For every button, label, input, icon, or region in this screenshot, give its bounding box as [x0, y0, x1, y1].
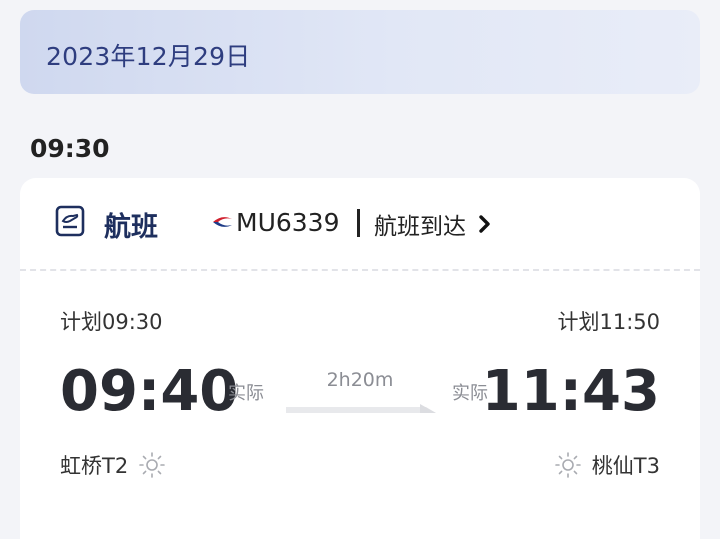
arrival-airport-name: 桃仙T3 [591, 454, 660, 478]
flight-arrow-icon [286, 404, 436, 413]
flight-itinerary-page: 2023年12月29日 09:30 航班 MU6339 航班到达 计划09:30… [0, 0, 720, 539]
departure-planned-time: 计划09:30 [60, 310, 163, 334]
flight-status-label: 航班到达 [374, 214, 466, 240]
dashed-divider [20, 269, 700, 271]
flight-status-link[interactable]: 航班到达 [374, 208, 492, 240]
sun-icon [554, 452, 581, 478]
date-banner: 2023年12月29日 [20, 10, 700, 94]
sun-icon [139, 452, 166, 478]
departure-airport-name: 虹桥T2 [60, 454, 129, 478]
chevron-right-icon [479, 215, 490, 233]
flight-duration: 2h20m [326, 369, 394, 391]
section-time: 09:30 [30, 134, 110, 163]
departure-actual-time: 09:40 [60, 359, 239, 424]
departure-actual-label: 实际 [228, 383, 264, 404]
card-title: 航班 [104, 212, 158, 243]
arrival-planned-time: 计划11:50 [557, 310, 660, 334]
header-divider [357, 209, 360, 237]
flight-card[interactable]: 航班 MU6339 航班到达 计划09:30 计划11:50 09:40 实际 … [20, 178, 700, 539]
departure-airport: 虹桥T2 [60, 450, 166, 480]
arrival-actual-time: 11:43 [481, 359, 660, 424]
arrival-airport: 桃仙T3 [554, 450, 660, 480]
ticket-icon [55, 205, 85, 237]
flight-number: MU6339 [236, 208, 340, 237]
flight-card-header: 航班 MU6339 航班到达 [20, 178, 700, 270]
date-label: 2023年12月29日 [46, 42, 251, 71]
